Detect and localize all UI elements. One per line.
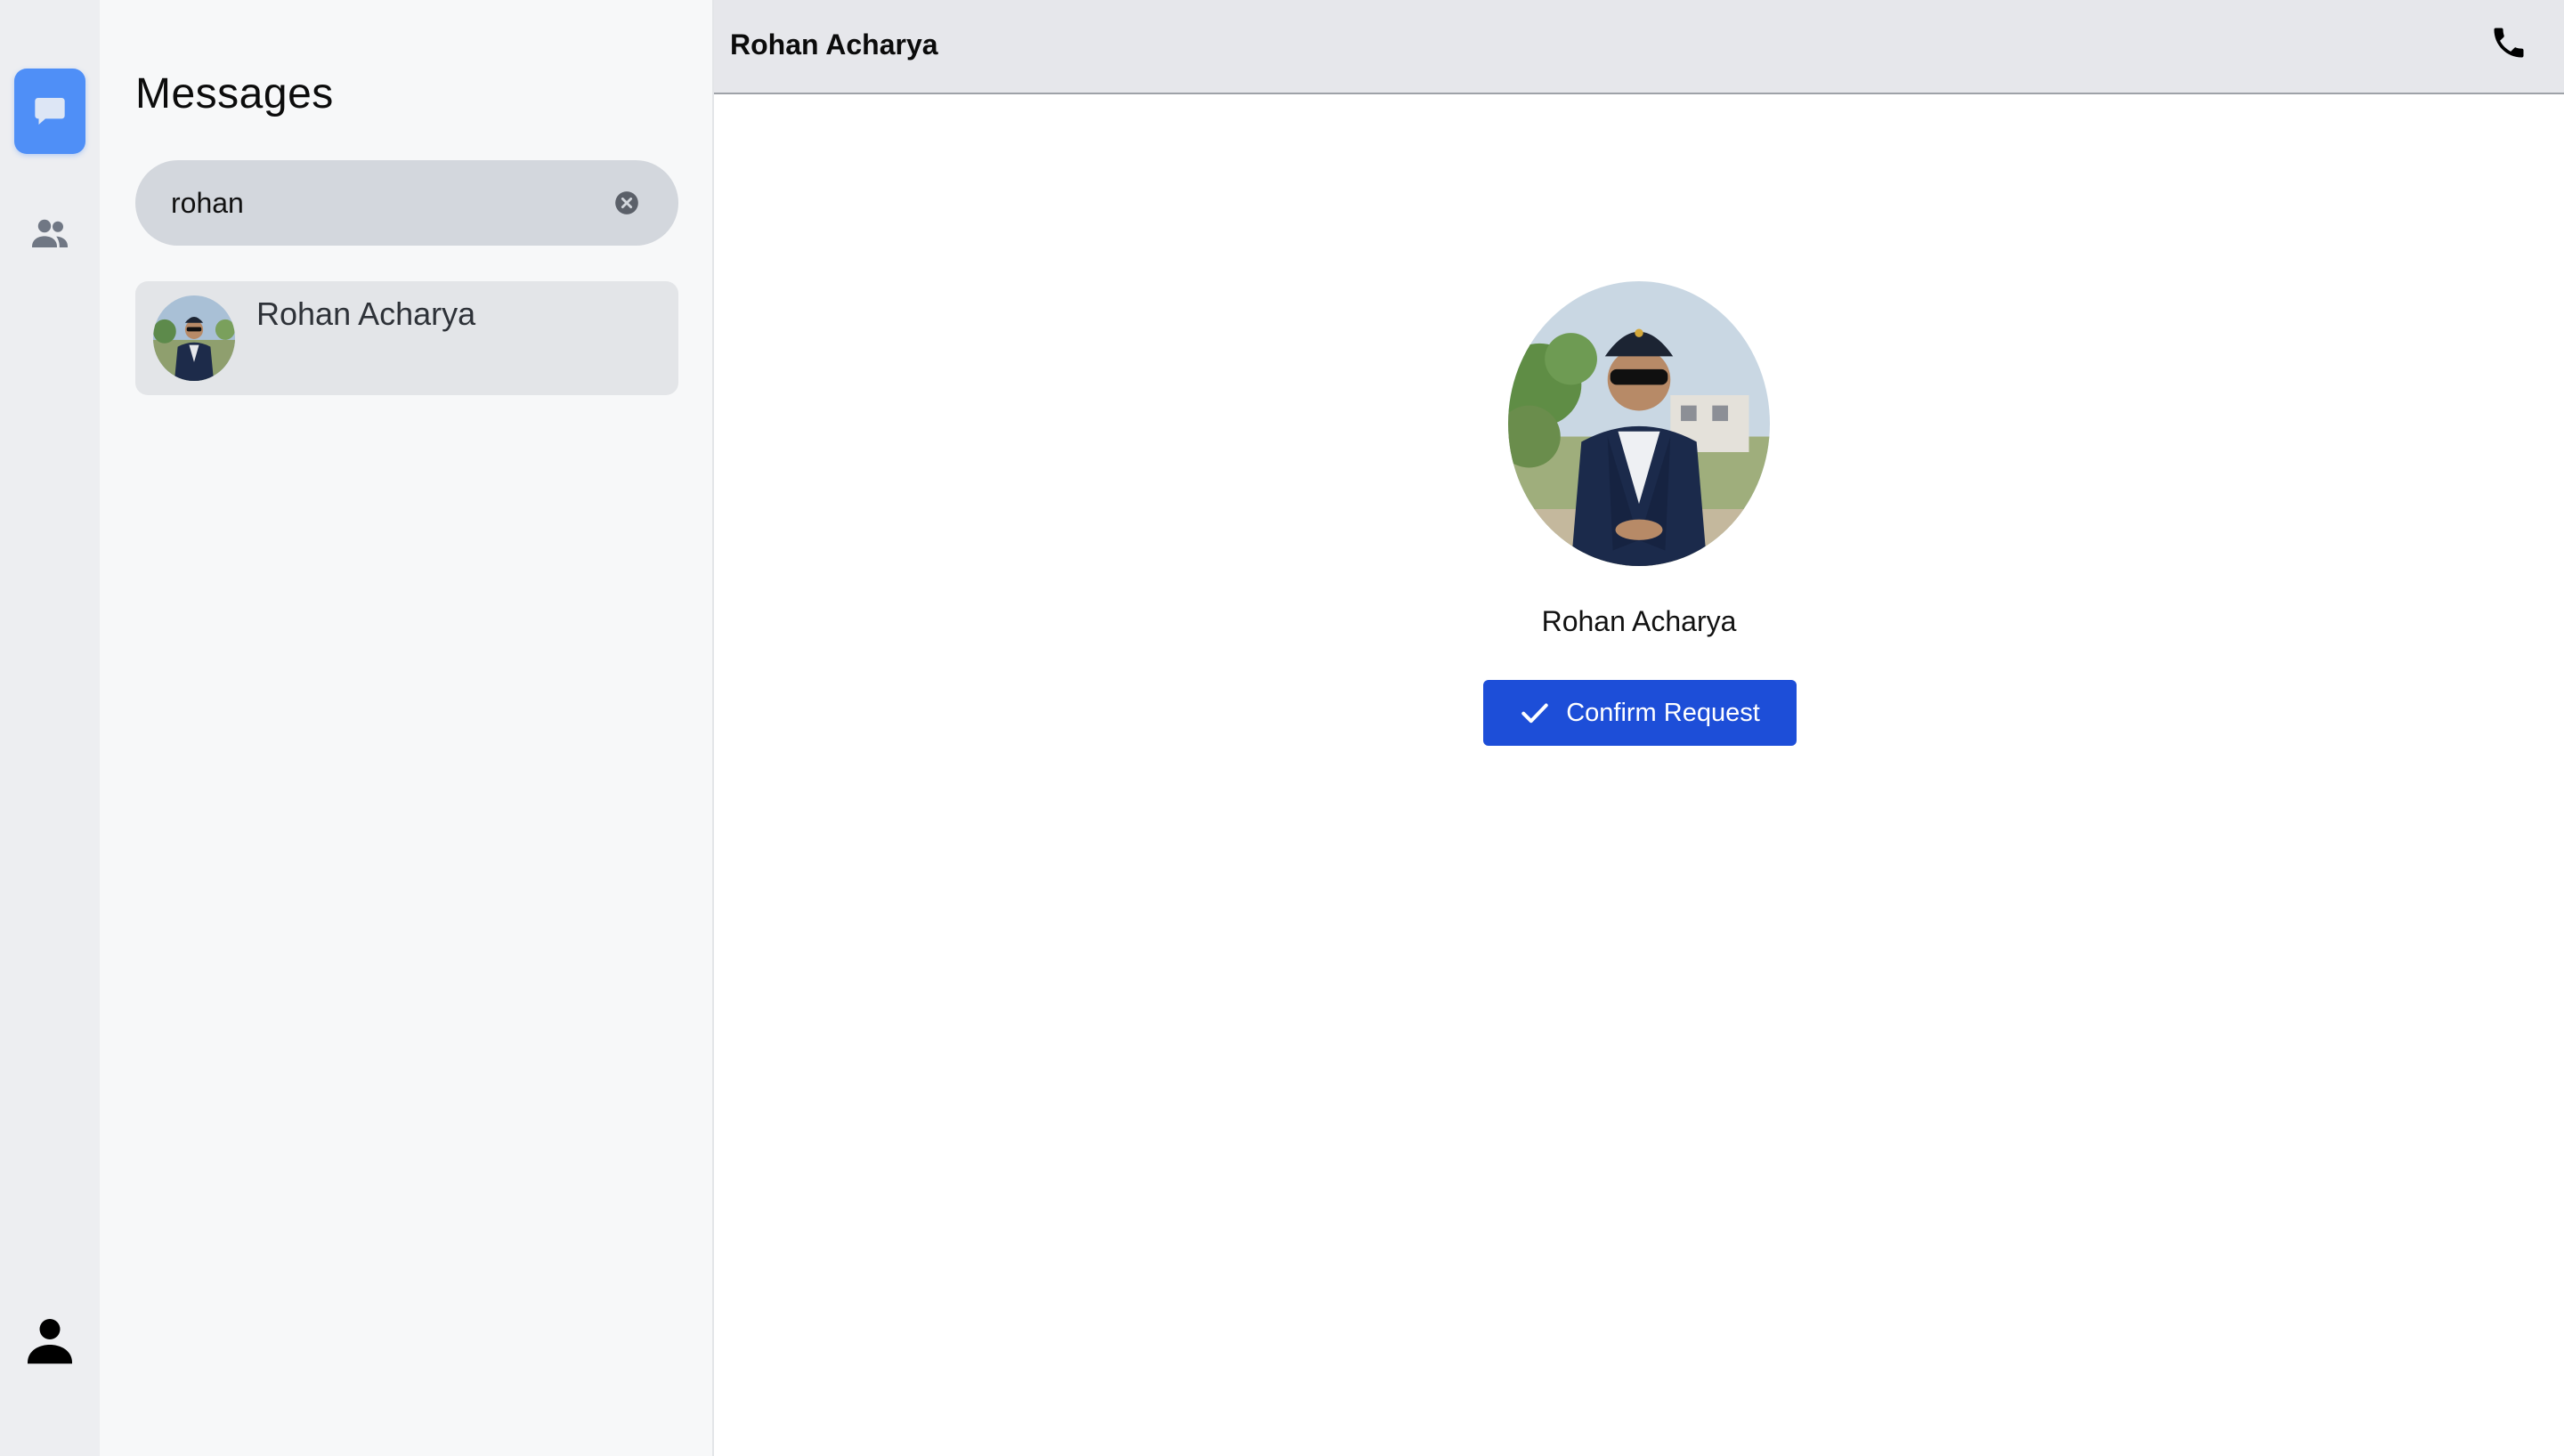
avatar [153,295,235,381]
conversation-list-panel: Messages rohan Rohan Acharya [100,0,714,1456]
search-box [135,160,678,246]
chats-nav-button[interactable] [14,69,85,154]
clear-circle-icon[interactable] [614,190,639,215]
icon-rail [0,0,100,1456]
search-input[interactable] [171,160,598,246]
contact-name: Rohan Acharya [256,295,476,332]
person-icon [28,1319,72,1364]
profile-nav-button[interactable] [14,1298,85,1383]
confirm-request-button[interactable]: Confirm Request [1483,680,1797,746]
contact-result-item[interactable]: Rohan Acharya [135,281,678,395]
confirm-request-label: Confirm Request [1566,698,1760,727]
chat-area: Rohan Acharya Rohan Acharya Confirm Requ… [714,0,2564,1456]
checkmark-icon [1521,703,1548,724]
profile-avatar [1508,281,1770,566]
chat-bubble-icon [35,98,65,125]
messenger-app: Messages rohan Rohan Acharya Rohan Achar… [0,0,2564,1456]
profile-name: Rohan Acharya [1541,605,1737,637]
people-icon [32,219,68,247]
people-nav-button[interactable] [14,190,85,276]
chat-header-name: Rohan Acharya [730,28,938,61]
chat-header: Rohan Acharya [714,0,2564,94]
panel-title: Messages [135,70,334,117]
phone-icon [2494,28,2524,58]
call-button[interactable] [2487,21,2530,64]
